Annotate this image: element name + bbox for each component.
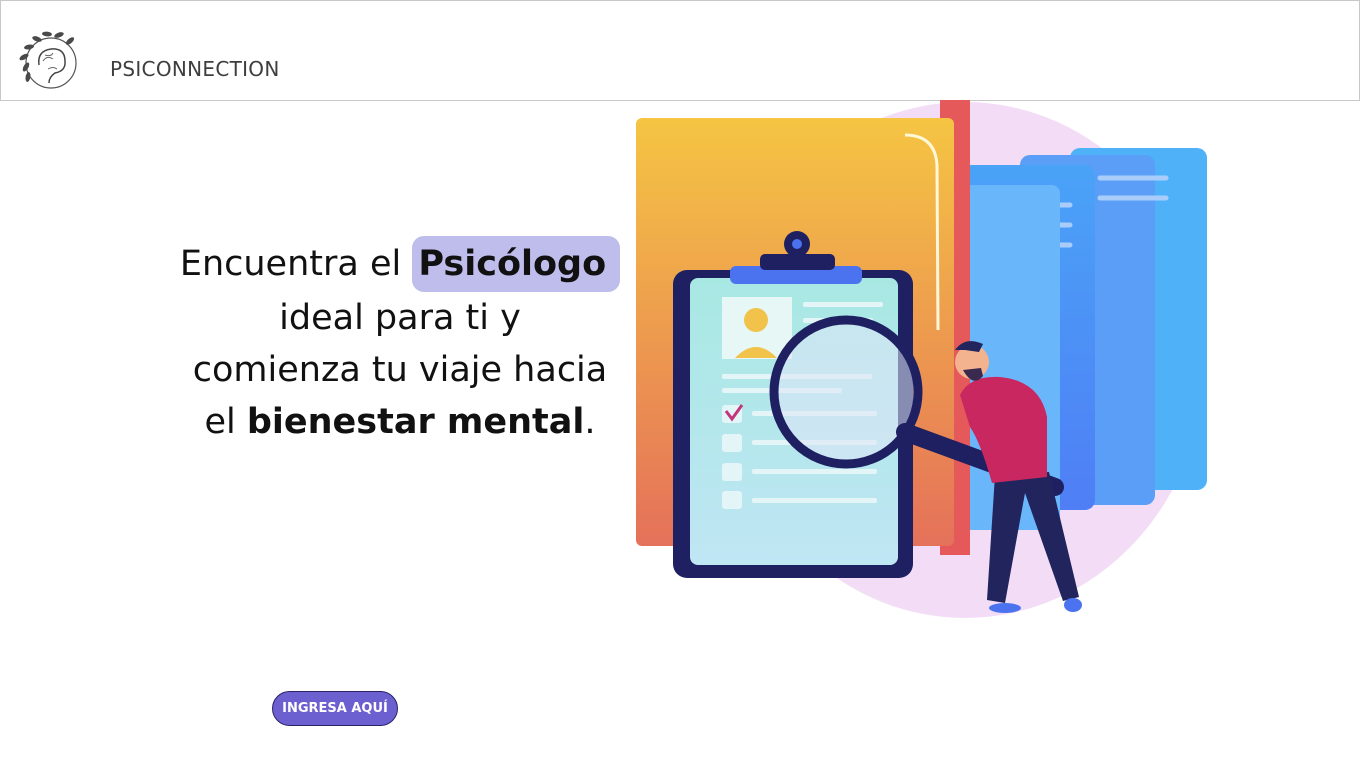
headline-text: el xyxy=(204,402,247,442)
top-navbar: PSICONNECTION xyxy=(0,0,1360,101)
brand-name[interactable]: PSICONNECTION xyxy=(110,57,280,81)
headline-text: . xyxy=(584,402,596,442)
headline-bold: bienestar mental xyxy=(246,402,585,442)
headline-line-2: ideal para ti y xyxy=(279,298,521,338)
headline-text: Encuentra el xyxy=(179,244,413,284)
headline-line-1: Encuentra el Psicólogo xyxy=(120,236,680,292)
clipboard-search-illustration-icon xyxy=(636,100,1207,618)
headline-highlight: Psicólogo xyxy=(412,236,621,292)
headline-line-4: el bienestar mental. xyxy=(120,396,680,448)
brain-logo-icon[interactable] xyxy=(15,27,87,99)
headline-line-3: comienza tu viaje hacia xyxy=(192,350,608,390)
ingresa-button[interactable]: INGRESA AQUÍ xyxy=(272,691,398,726)
hero-headline: Encuentra el Psicólogo ideal para ti y c… xyxy=(120,236,680,448)
